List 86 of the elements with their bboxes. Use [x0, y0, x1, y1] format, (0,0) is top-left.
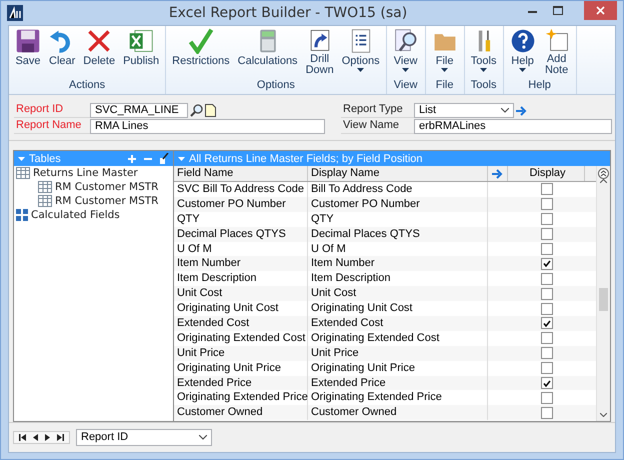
checkbox[interactable] — [540, 198, 552, 210]
checkbox[interactable] — [540, 272, 552, 285]
checkbox[interactable] — [540, 406, 552, 419]
checkbox[interactable] — [540, 302, 552, 315]
ribbon-button[interactable]: Help — [506, 26, 539, 77]
collapse-icon[interactable] — [598, 168, 609, 179]
ribbon-button[interactable]: Drill Down — [302, 26, 337, 77]
brush-icon[interactable] — [159, 153, 169, 164]
close-button[interactable] — [584, 1, 617, 20]
help-icon — [510, 28, 536, 54]
group-label: File — [434, 78, 454, 93]
checkbox[interactable] — [540, 228, 552, 240]
table-icon — [38, 195, 52, 207]
checkbox[interactable] — [540, 347, 552, 360]
first-record-icon[interactable] — [19, 434, 26, 441]
grid-icon — [16, 209, 28, 221]
scroll-down-icon[interactable] — [600, 413, 607, 417]
note-star-icon — [544, 28, 570, 52]
tree-item[interactable]: Calculated Fields — [31, 209, 120, 221]
scrollbar-thumb[interactable] — [599, 288, 608, 311]
sort-dropdown[interactable]: Report ID — [76, 429, 212, 446]
tree-item[interactable]: Returns Line Master — [33, 167, 138, 179]
checkbox[interactable] — [540, 213, 552, 226]
next-record-icon[interactable] — [45, 434, 50, 441]
group-label: Help — [527, 78, 552, 93]
checkbox[interactable] — [540, 392, 552, 404]
column-header[interactable]: Display — [508, 166, 585, 181]
ribbon-button[interactable]: Clear — [46, 26, 78, 77]
table-icon — [16, 167, 30, 179]
caret-icon[interactable] — [18, 156, 25, 160]
input-field[interactable]: RMA Lines — [90, 119, 325, 134]
scrollbar[interactable] — [596, 166, 610, 421]
checkbox[interactable] — [540, 288, 552, 300]
ribbon-button[interactable]: Publish — [120, 26, 162, 77]
scroll-up-icon[interactable] — [600, 179, 607, 183]
app-icon — [7, 5, 23, 21]
input-field[interactable]: erbRMALines — [414, 119, 612, 134]
last-record-icon[interactable] — [57, 434, 64, 441]
checkmark-icon — [188, 28, 214, 54]
ribbon-button[interactable]: Tools — [468, 26, 500, 77]
checkbox[interactable] — [540, 183, 552, 196]
ribbon-button[interactable]: Calculations — [234, 26, 301, 77]
panel-title: Tables — [29, 152, 62, 164]
chevron-down-icon — [501, 108, 509, 113]
group-label: Options — [256, 78, 296, 93]
checkbox[interactable] — [540, 317, 552, 330]
column-header[interactable]: Display Name — [308, 166, 488, 181]
group-label: Actions — [68, 78, 106, 93]
x-mark-icon — [86, 28, 112, 54]
arrow-right-icon — [516, 106, 527, 116]
dropdown-field[interactable]: List — [414, 103, 514, 118]
group-label: View — [392, 78, 418, 93]
plus-icon[interactable] — [128, 154, 136, 162]
ribbon-button[interactable]: Add Note — [540, 26, 573, 77]
checkbox[interactable] — [540, 243, 552, 256]
input-field[interactable]: SVC_RMA_LINE — [90, 103, 188, 118]
panel-title: All Returns Line Master Fields; by Field Position — [189, 152, 424, 164]
new-document-icon — [205, 104, 216, 117]
tree-item[interactable]: RM Customer MSTR — [55, 181, 158, 193]
ribbon-button[interactable]: File — [428, 26, 461, 77]
window-title: Excel Report Builder - TWO15 (sa) — [168, 5, 408, 21]
ribbon-button[interactable]: View — [390, 26, 422, 77]
column-header[interactable]: Field Name — [174, 166, 308, 181]
ribbon-button[interactable]: Delete — [80, 26, 118, 77]
previous-record-icon[interactable] — [33, 434, 38, 441]
table-icon — [38, 181, 52, 193]
caret-icon[interactable] — [178, 156, 185, 160]
chevron-down-icon — [199, 435, 207, 440]
arrow-right-icon — [492, 168, 503, 178]
checkbox[interactable] — [540, 377, 552, 390]
checkbox[interactable] — [540, 362, 552, 374]
table-cell: Customer Owned — [174, 405, 308, 420]
spreadsheet-icon — [128, 28, 154, 54]
minimize-icon[interactable] — [528, 11, 537, 14]
checkbox[interactable] — [540, 332, 552, 344]
search-icon — [190, 104, 203, 117]
ribbon-button[interactable]: Options — [338, 26, 383, 77]
table-cell: Customer Owned — [308, 405, 488, 420]
close-icon — [596, 6, 605, 15]
maximize-icon[interactable] — [553, 6, 563, 15]
ribbon-button[interactable]: Save — [12, 26, 44, 77]
tree-item[interactable]: RM Customer MSTR — [55, 195, 158, 207]
group-label: Tools — [470, 78, 498, 93]
ribbon-button[interactable]: Restrictions — [169, 26, 233, 77]
magnifier-document-icon — [392, 28, 419, 54]
checkbox[interactable] — [540, 258, 552, 270]
